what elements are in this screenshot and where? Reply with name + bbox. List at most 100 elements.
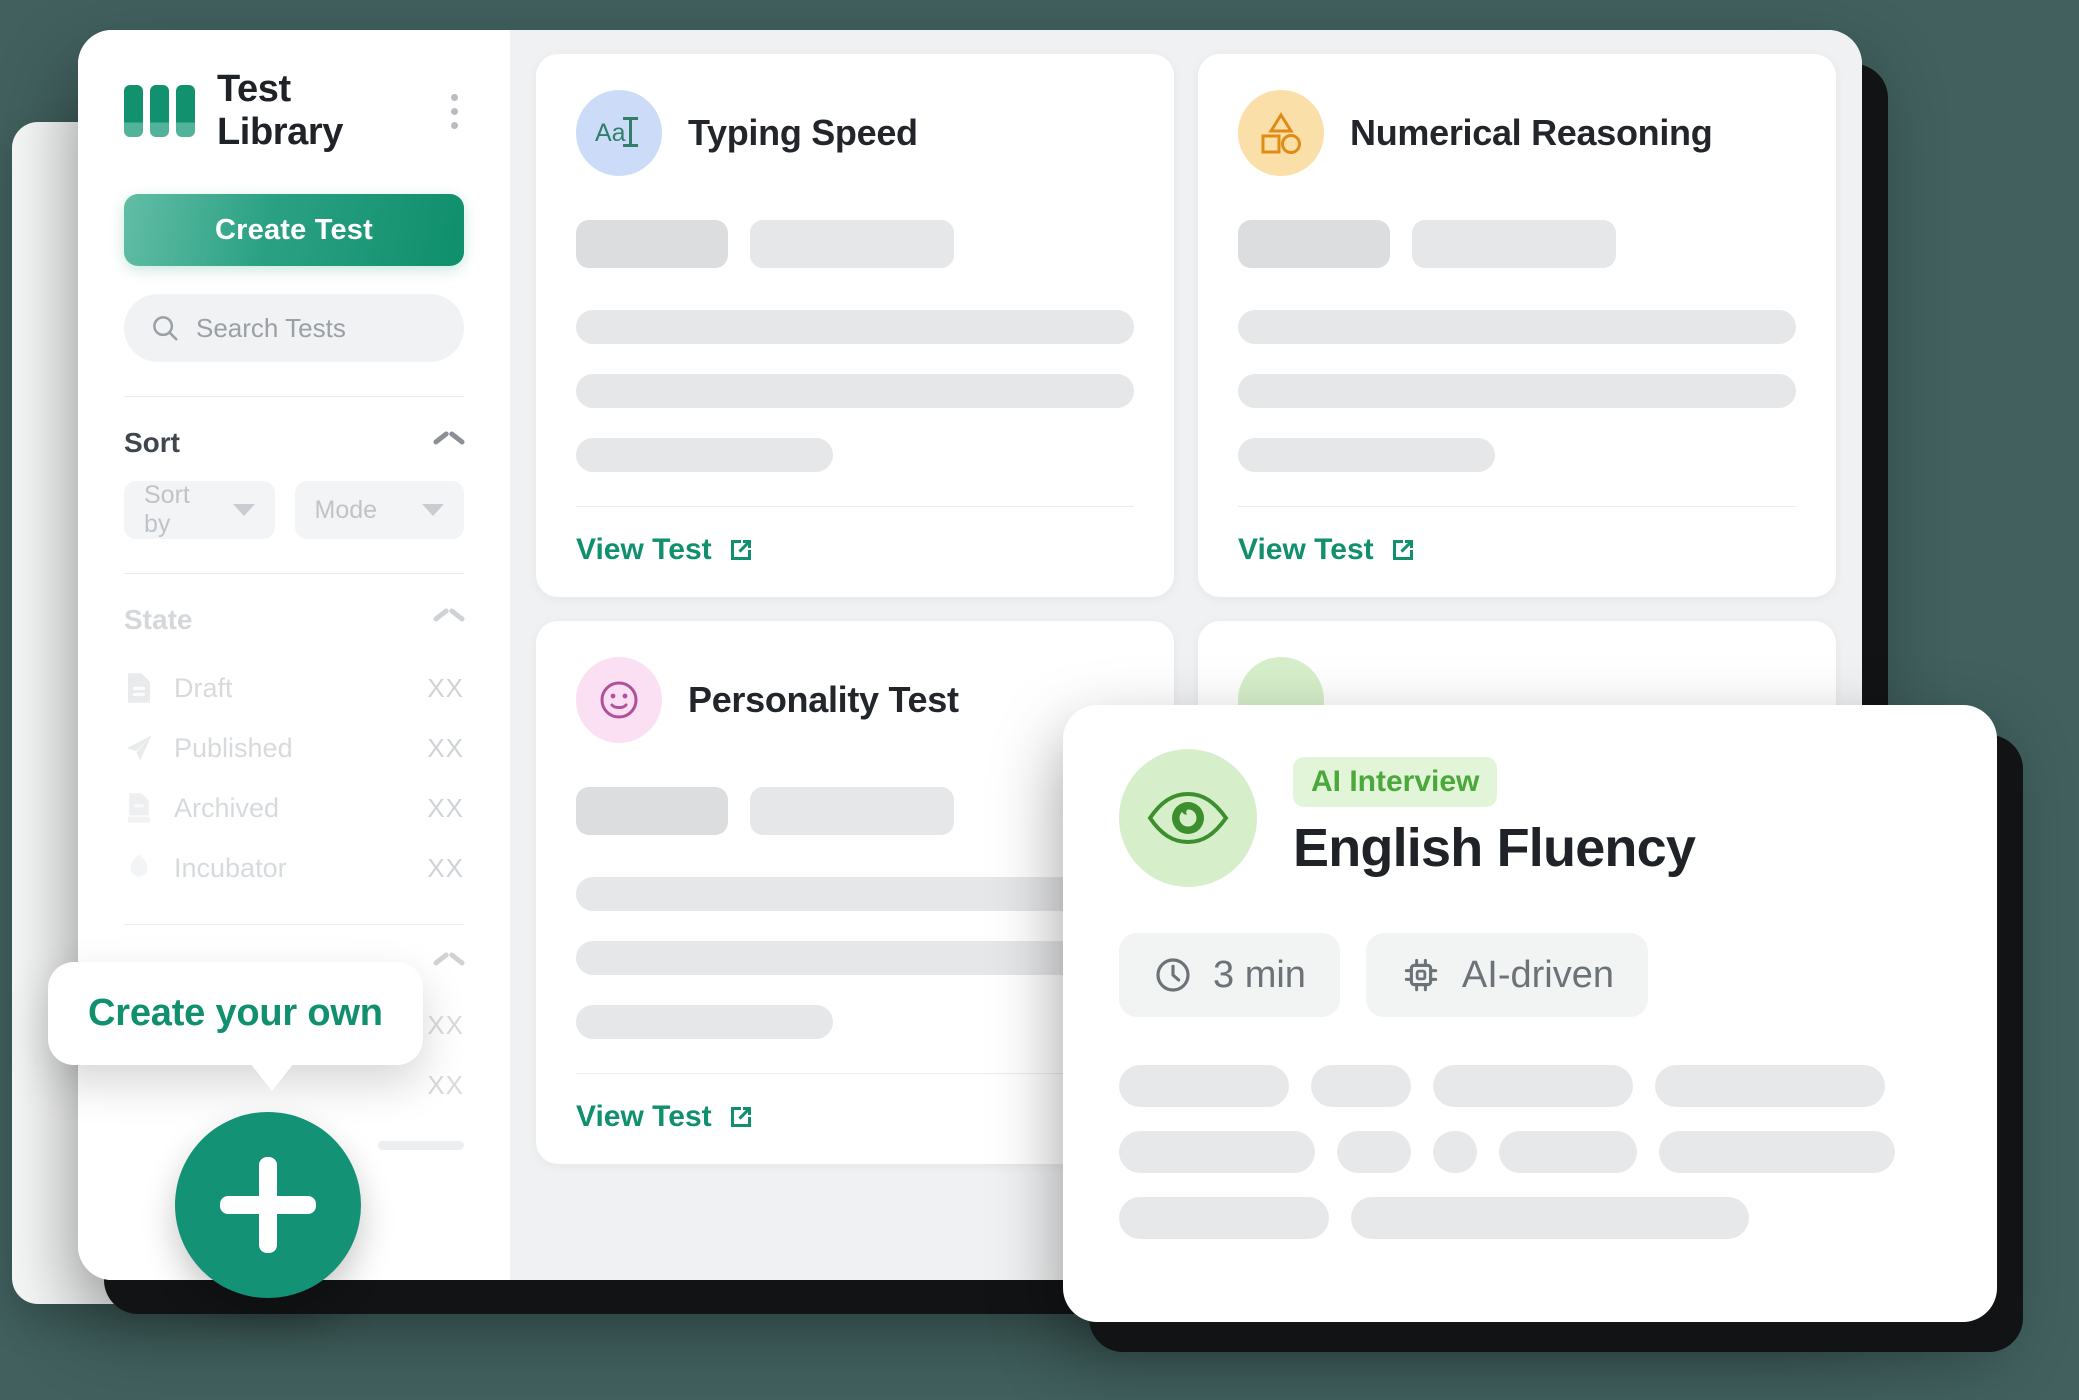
skeleton-line (576, 1005, 833, 1039)
skeleton-line (1238, 310, 1796, 344)
skeleton-tag (750, 220, 954, 268)
ai-driven-chip: AI-driven (1365, 933, 1648, 1017)
caret-down-icon (422, 504, 444, 516)
chip-cpu-icon (1404, 958, 1438, 992)
skeleton-bar (378, 1140, 464, 1150)
skeleton-line (576, 438, 833, 472)
smiley-face-icon (576, 657, 662, 743)
extra-count: XX (427, 1009, 464, 1040)
sidebar-divider-2 (124, 573, 464, 574)
state-count: XX (427, 792, 464, 823)
card-header: Personality Test (576, 657, 1134, 743)
sort-section-label: Sort (124, 427, 180, 458)
create-test-fab-button[interactable] (175, 1112, 361, 1298)
sidebar-section-sort[interactable]: Sort (124, 427, 464, 459)
skeleton-row (1119, 1197, 1941, 1239)
incubator-icon (130, 854, 148, 877)
chevron-up-icon[interactable] (434, 955, 464, 973)
sidebar-header: Test Library (124, 68, 464, 154)
extra-count: XX (427, 1069, 464, 1100)
feature-card-titles: AI Interview English Fluency (1293, 757, 1696, 879)
skeleton-line (1238, 374, 1796, 408)
external-link-icon (730, 1107, 751, 1127)
skeleton-tag (750, 787, 954, 835)
mode-label: Mode (314, 495, 378, 524)
feature-card-header: AI Interview English Fluency (1119, 749, 1941, 887)
state-label: Draft (174, 672, 233, 703)
clock-icon (1156, 958, 1190, 992)
card-separator (1238, 506, 1796, 507)
state-filter-list: Draft XX Published XX Archived XX Incuba… (124, 658, 464, 898)
card-title: Typing Speed (688, 112, 918, 153)
sidebar-item-archived[interactable]: Archived XX (124, 778, 464, 838)
caret-down-icon (232, 504, 255, 516)
card-title: Personality Test (688, 679, 959, 720)
skeleton-tag (576, 787, 728, 835)
card-separator (576, 506, 1134, 507)
skeleton-bar (1433, 1131, 1477, 1173)
state-count: XX (427, 672, 464, 703)
chevron-up-icon[interactable] (434, 434, 464, 452)
card-header: Aa Typing Speed (576, 90, 1134, 176)
test-card-typing-speed[interactable]: Aa Typing Speed View Test (536, 54, 1174, 597)
page-title: Test Library (217, 68, 344, 153)
skeleton-tag-row (576, 220, 1134, 268)
view-test-link[interactable]: View Test (576, 533, 756, 567)
sort-controls: Sort by Mode (124, 481, 464, 539)
feature-card-skeleton (1119, 1065, 1941, 1239)
create-your-own-tooltip: Create your own (48, 962, 423, 1091)
search-icon (153, 316, 178, 341)
view-test-link[interactable]: View Test (1238, 533, 1418, 567)
skeleton-tag (576, 220, 728, 268)
sidebar-item-draft[interactable]: Draft XX (124, 658, 464, 718)
skeleton-bar (1311, 1065, 1411, 1107)
sidebar-section-state[interactable]: State (124, 604, 464, 636)
skeleton-bar (1499, 1131, 1637, 1173)
skeleton-bar (1337, 1131, 1411, 1173)
view-test-label: View Test (576, 1100, 712, 1133)
skeleton-line (576, 877, 1134, 911)
skeleton-line (1238, 438, 1495, 472)
search-input[interactable]: Search Tests (124, 294, 464, 362)
skeleton-bar (1119, 1197, 1329, 1239)
sidebar-item-published[interactable]: Published XX (124, 718, 464, 778)
view-test-link[interactable]: View Test (576, 1100, 756, 1134)
create-test-button[interactable]: Create Test (124, 194, 464, 266)
state-label: Published (174, 732, 293, 763)
chevron-up-icon[interactable] (434, 611, 464, 629)
ai-driven-label: AI-driven (1461, 953, 1614, 996)
skeleton-line (576, 374, 1134, 408)
test-card-numerical-reasoning[interactable]: Numerical Reasoning View Test (1198, 54, 1836, 597)
skeleton-tag-row (576, 787, 1134, 835)
typing-aa-cursor-icon: Aa (576, 90, 662, 176)
document-icon (127, 673, 151, 703)
skeleton-line (576, 941, 1134, 975)
svg-text:Aa: Aa (595, 119, 626, 147)
view-test-label: View Test (1238, 533, 1374, 566)
skeleton-tag-row (1238, 220, 1796, 268)
sidebar-item-incubator[interactable]: Incubator XX (124, 838, 464, 898)
eye-icon (1119, 749, 1257, 887)
sidebar-divider-1 (124, 396, 464, 397)
state-count: XX (427, 732, 464, 763)
skeleton-bar (1119, 1131, 1315, 1173)
skeleton-row (1119, 1131, 1941, 1173)
duration-label: 3 min (1213, 953, 1306, 996)
sidebar: Test Library Create Test Search Tests So… (78, 30, 510, 1280)
skeleton-bar (1351, 1197, 1749, 1239)
shapes-triangle-square-circle-icon (1238, 90, 1324, 176)
mode-select[interactable]: Mode (294, 481, 464, 539)
english-fluency-feature-card[interactable]: AI Interview English Fluency 3 min AI-dr… (1063, 705, 1997, 1322)
skeleton-tag (1238, 220, 1390, 268)
skeleton-tag (1412, 220, 1616, 268)
plus-icon (220, 1157, 316, 1253)
feature-card-title: English Fluency (1293, 818, 1696, 878)
external-link-icon (1392, 540, 1413, 560)
skeleton-bar (1659, 1131, 1895, 1173)
kebab-menu-icon[interactable] (445, 88, 464, 135)
search-placeholder-text: Search Tests (196, 312, 346, 343)
card-header: Numerical Reasoning (1238, 90, 1796, 176)
sort-by-select[interactable]: Sort by (124, 481, 275, 539)
sort-by-label: Sort by (144, 481, 190, 538)
duration-chip: 3 min (1119, 933, 1340, 1017)
